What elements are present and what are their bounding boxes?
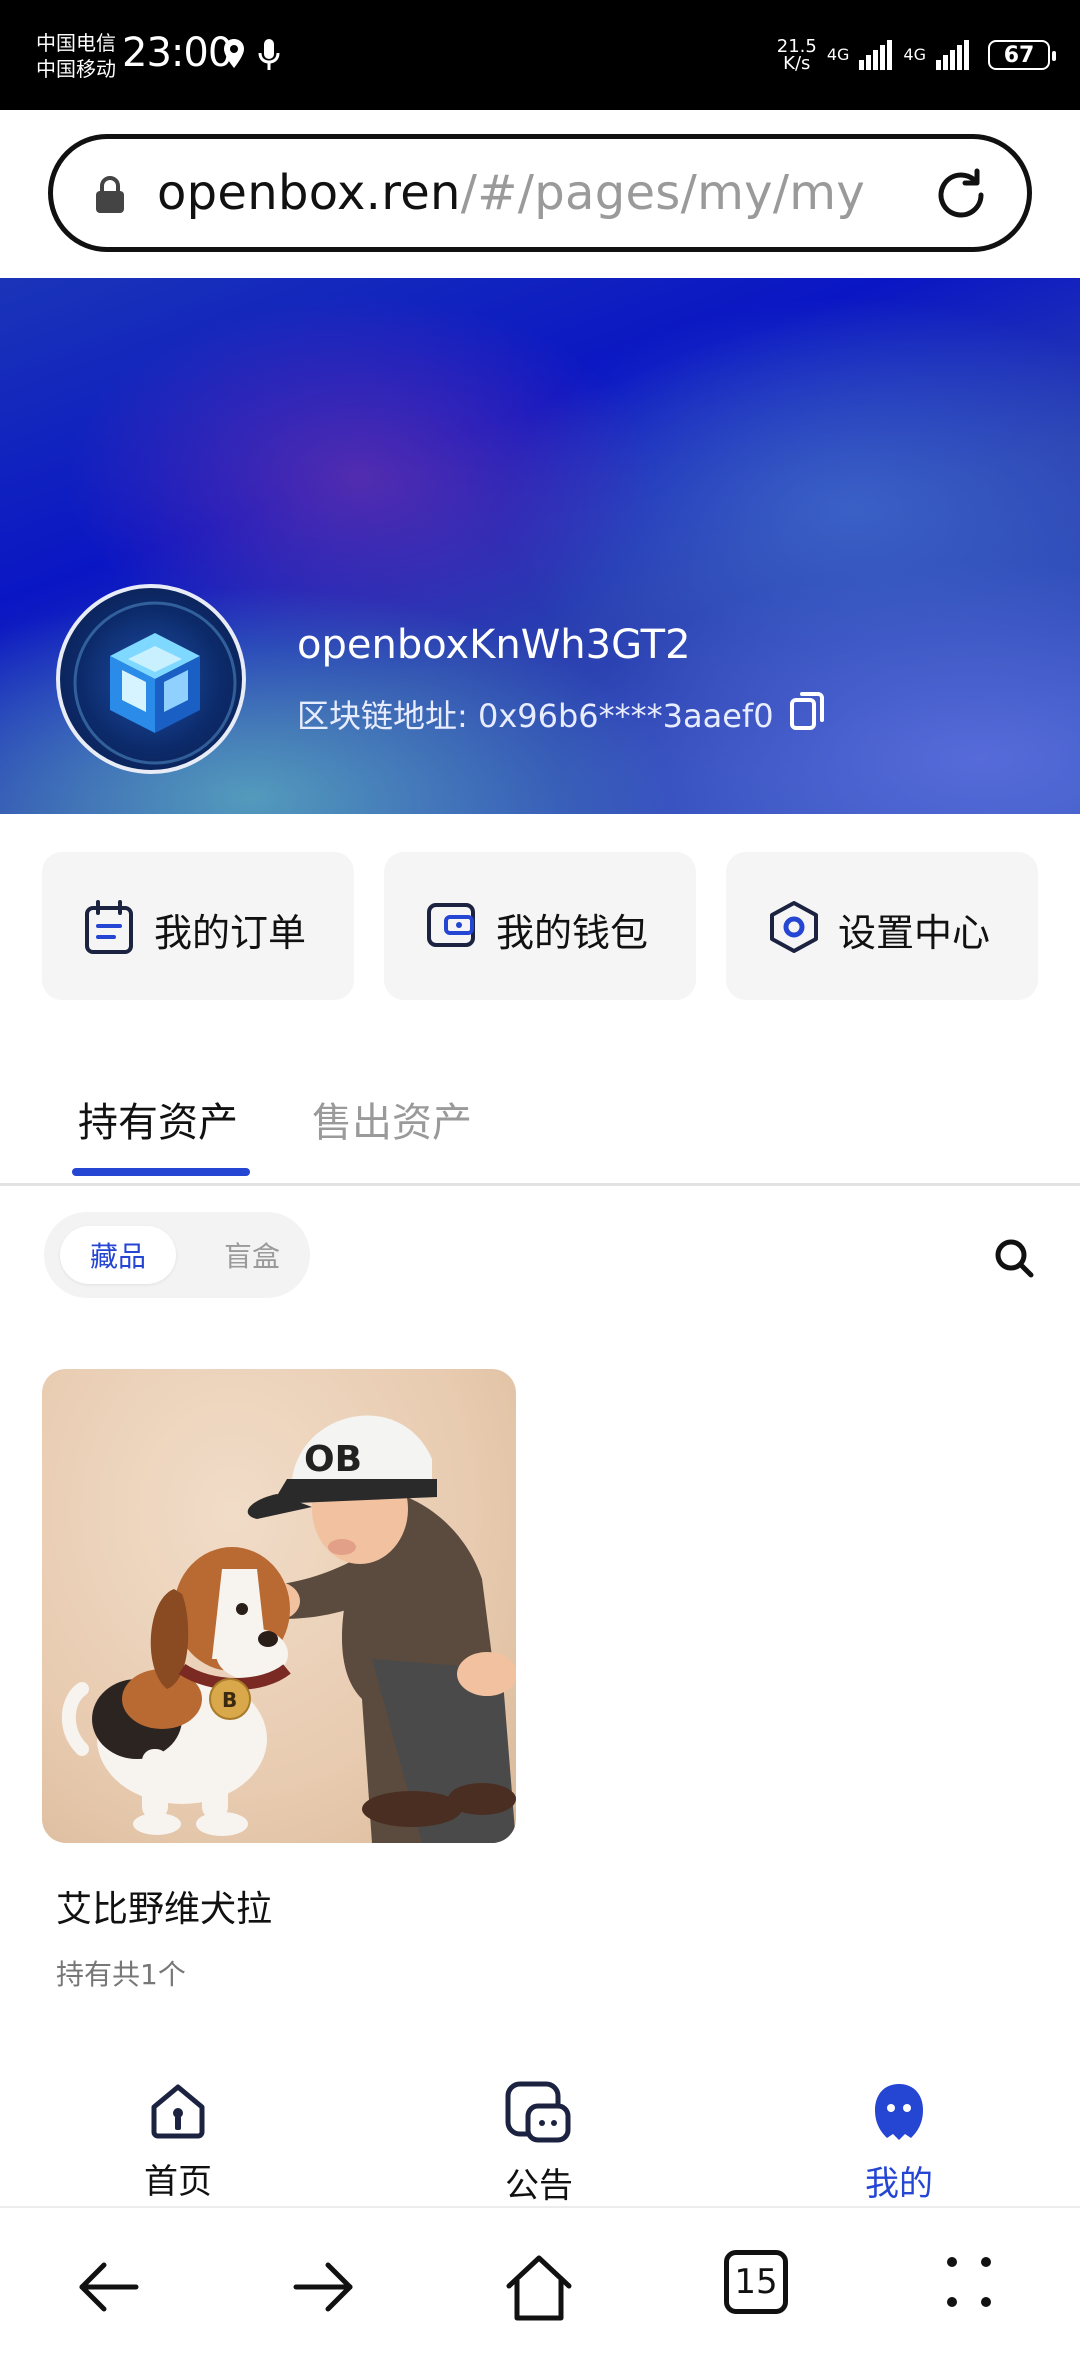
signal-icon-2 xyxy=(936,40,969,70)
net-speed: 21.5 K/s xyxy=(776,36,817,74)
nav-notice[interactable]: 公告 xyxy=(459,2080,619,2207)
my-orders-button[interactable]: 我的订单 xyxy=(42,852,354,1000)
segment-collectibles[interactable]: 藏品 xyxy=(60,1226,176,1284)
carrier-2: 中国移动 xyxy=(36,57,116,81)
url-path: /#/pages/my/my xyxy=(460,165,866,221)
wallet-icon xyxy=(427,903,475,947)
orders-icon xyxy=(85,900,133,954)
tab-held-assets[interactable]: 持有资产 xyxy=(78,1090,238,1148)
location-icon xyxy=(224,39,244,68)
asset-count: 持有共1个 xyxy=(56,1958,186,1991)
search-icon[interactable] xyxy=(992,1236,1036,1280)
my-wallet-label: 我的钱包 xyxy=(496,911,649,955)
tab-indicator xyxy=(72,1168,250,1176)
tabs-count: 15 xyxy=(734,2262,778,2302)
asset-type-switch: 藏品 盲盒 xyxy=(44,1212,310,1298)
asset-card-image[interactable]: OB B xyxy=(42,1369,516,1843)
url-text[interactable]: openbox.ren/#/pages/my/my xyxy=(157,165,865,221)
more-menu-icon[interactable] xyxy=(940,2252,1000,2312)
address-bar-area: openbox.ren/#/pages/my/my xyxy=(0,110,1080,278)
settings-center-button[interactable]: 设置中心 xyxy=(726,852,1038,1000)
chain-address-label: 区块链地址: xyxy=(297,697,468,735)
forward-arrow-icon[interactable] xyxy=(288,2252,358,2322)
my-orders-label: 我的订单 xyxy=(154,911,307,955)
copy-icon[interactable] xyxy=(788,688,828,732)
chain-address: 区块链地址: 0x96b6****3aaef0 xyxy=(297,691,774,737)
home-browser-icon[interactable] xyxy=(503,2252,575,2324)
notice-chat-icon xyxy=(505,2081,571,2143)
chain-address-value: 0x96b6****3aaef0 xyxy=(477,697,774,735)
browser-toolbar: 15 xyxy=(0,2208,1080,2376)
home-icon xyxy=(151,2084,205,2139)
battery-icon: 67 xyxy=(988,40,1056,70)
lock-icon xyxy=(96,176,124,213)
status-bar: 中国电信 中国移动 23:00 21.5 K/s 4G 4G 67 xyxy=(0,0,1080,110)
tag-text: B xyxy=(222,1688,237,1712)
nav-home[interactable]: 首页 xyxy=(98,2080,258,2203)
back-arrow-icon[interactable] xyxy=(74,2252,144,2322)
reload-icon[interactable] xyxy=(931,165,991,225)
tabs-count-button[interactable]: 15 xyxy=(724,2250,788,2314)
carrier-1: 中国电信 xyxy=(36,31,116,55)
carrier-info: 中国电信 中国移动 xyxy=(36,30,116,82)
status-right: 21.5 K/s 4G 4G 67 xyxy=(776,36,1056,74)
battery-level: 67 xyxy=(1003,42,1035,68)
profile-ghost-icon xyxy=(875,2084,923,2140)
network-type-2: 4G xyxy=(903,45,926,64)
url-domain: openbox.ren xyxy=(157,165,461,221)
address-bar[interactable]: openbox.ren/#/pages/my/my xyxy=(48,134,1032,252)
my-wallet-button[interactable]: 我的钱包 xyxy=(384,852,696,1000)
settings-hexagon-icon xyxy=(770,901,818,953)
microphone-icon xyxy=(258,39,280,70)
segment-blind-box[interactable]: 盲盒 xyxy=(204,1226,300,1284)
username: openboxKnWh3GT2 xyxy=(297,622,691,668)
nav-home-label: 首页 xyxy=(144,2162,212,2202)
settings-center-label: 设置中心 xyxy=(838,911,991,955)
profile-banner: openboxKnWh3GT2 区块链地址: 0x96b6****3aaef0 xyxy=(0,278,1080,814)
avatar[interactable] xyxy=(56,584,246,774)
tab-sold-assets[interactable]: 售出资产 xyxy=(312,1090,472,1148)
nav-me-label: 我的 xyxy=(865,2164,933,2204)
signal-icon xyxy=(859,40,893,70)
nav-me[interactable]: 我的 xyxy=(819,2080,979,2205)
app-bottom-nav: 首页 公告 我的 xyxy=(0,2060,1080,2207)
asset-title: 艾比野维犬拉 xyxy=(56,1889,273,1930)
dog-and-man-illustration: OB B xyxy=(61,1415,516,1843)
status-time: 23:00 xyxy=(122,30,233,76)
cap-text: OB xyxy=(304,1439,362,1480)
network-type-1: 4G xyxy=(826,45,850,64)
nav-notice-label: 公告 xyxy=(505,2166,573,2206)
tab-divider xyxy=(0,1183,1080,1186)
cube-logo-icon xyxy=(73,601,237,765)
